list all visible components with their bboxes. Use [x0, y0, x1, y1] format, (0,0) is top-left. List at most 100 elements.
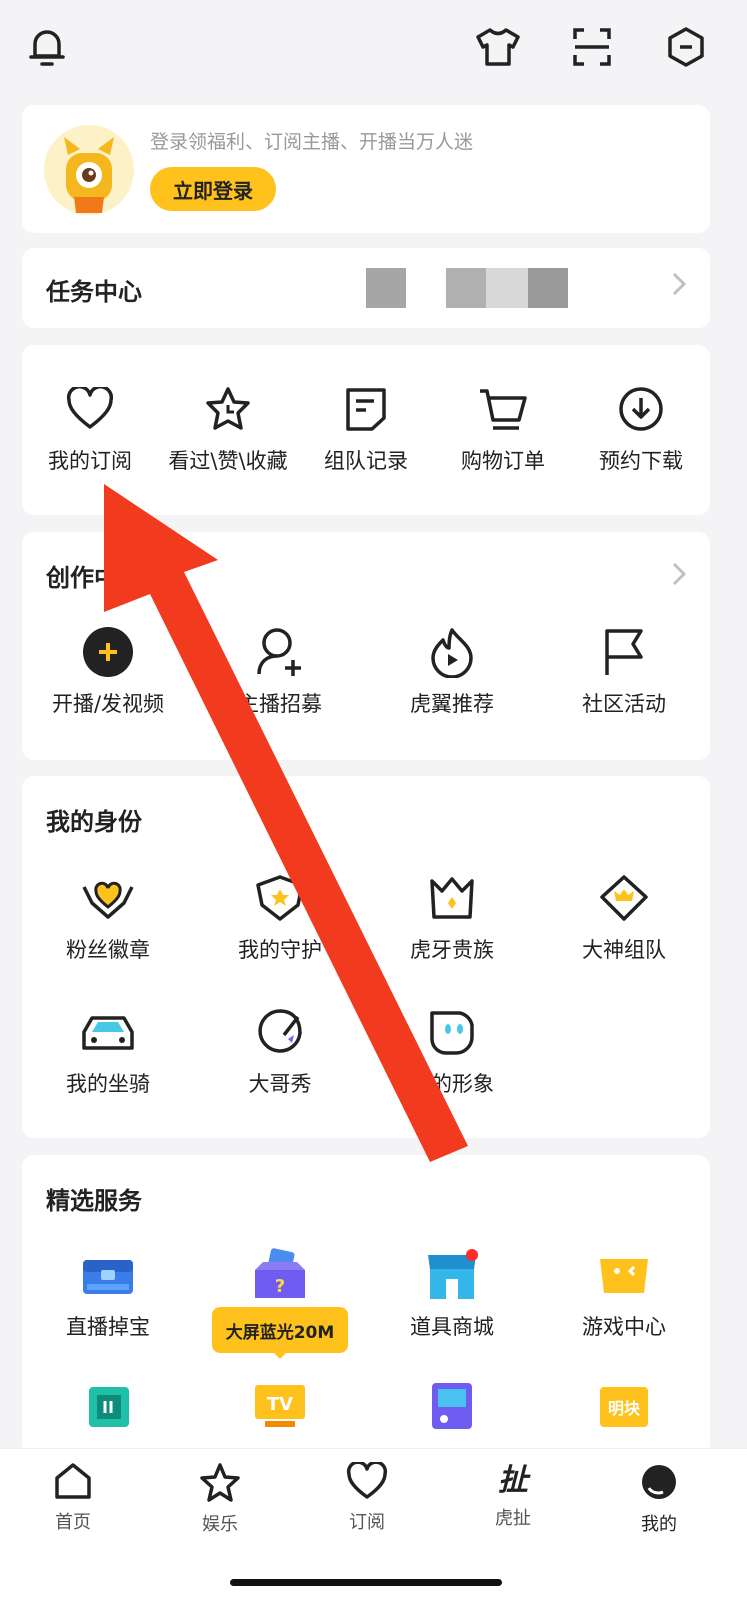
- user-add-icon: [250, 624, 310, 680]
- service-label: 道具商城: [410, 1315, 494, 1339]
- shop-icon: [422, 1247, 482, 1303]
- creator-community[interactable]: 社区活动: [538, 624, 710, 718]
- identity-label: 我的形象: [410, 1072, 494, 1096]
- sticker-icon: [250, 1004, 310, 1060]
- identity-label: 虎牙贵族: [410, 938, 494, 962]
- svg-text:明块: 明块: [608, 1399, 641, 1418]
- services-title: 精选服务: [46, 1187, 142, 1215]
- shortcuts-card: 我的订阅 看过\赞\收藏 组队记录 购物订单 预约下载: [22, 345, 710, 515]
- avatar[interactable]: [44, 125, 134, 215]
- nav-home[interactable]: 首页: [28, 1462, 118, 1534]
- shortcut-label: 购物订单: [461, 449, 545, 473]
- redacted-block: [446, 268, 486, 308]
- diamond-crown-icon: [594, 870, 654, 926]
- nav-entertainment[interactable]: 娱乐: [175, 1462, 265, 1536]
- treasure-chest-icon: [78, 1247, 138, 1303]
- creator-card: 创作中心 开播/发视频 主播招募 虎翼推荐 社区活动: [22, 532, 710, 760]
- shortcut-team-records[interactable]: 组队记录: [298, 381, 434, 475]
- login-card: 登录领福利、订阅主播、开播当万人迷 立即登录: [22, 105, 710, 233]
- svg-text:?: ?: [275, 1276, 285, 1297]
- identity-label: 大哥秀: [248, 1072, 312, 1096]
- hexagon-minus-icon[interactable]: [660, 24, 712, 70]
- shortcut-label: 预约下载: [599, 449, 683, 473]
- service-game-center[interactable]: 游戏中心: [538, 1247, 710, 1341]
- redacted-block: [486, 268, 528, 308]
- crown-icon: [422, 870, 482, 926]
- login-slogan: 登录领福利、订阅主播、开播当万人迷: [150, 131, 474, 153]
- heart-badge-icon: [78, 870, 138, 926]
- task-center-title: 任务中心: [46, 278, 142, 306]
- cart-icon: [473, 381, 533, 437]
- promo-tooltip-text: 大屏蓝光20M: [212, 1307, 348, 1353]
- tshirt-icon[interactable]: [472, 24, 524, 70]
- task-center-card[interactable]: 任务中心: [22, 248, 710, 328]
- creator-go-live[interactable]: 开播/发视频: [22, 624, 194, 718]
- star-clock-icon: [198, 381, 258, 437]
- identity-guard[interactable]: 我的守护: [194, 870, 366, 964]
- home-indicator: [230, 1579, 502, 1586]
- service-drops[interactable]: 直播掉宝: [22, 1247, 194, 1341]
- star-icon: [199, 1462, 241, 1506]
- identity-fan-badge[interactable]: 粉丝徽章: [22, 870, 194, 964]
- shortcut-label: 组队记录: [324, 449, 408, 473]
- nav-me[interactable]: 我的: [614, 1462, 704, 1536]
- home-icon: [53, 1462, 93, 1504]
- teal-card-icon[interactable]: [78, 1381, 138, 1431]
- chevron-right-icon[interactable]: [672, 560, 687, 593]
- chevron-right-icon: [672, 270, 687, 303]
- promo-tooltip[interactable]: 大屏蓝光20M: [212, 1307, 348, 1359]
- shortcut-downloads[interactable]: 预约下载: [572, 381, 710, 475]
- flame-play-icon: [422, 624, 482, 680]
- identity-card: 我的身份 粉丝徽章 我的守护 虎牙贵族 大神组队 我的坐骑 大哥秀 我的形象: [22, 776, 710, 1138]
- service-label: 游戏中心: [582, 1315, 666, 1339]
- identity-label: 我的守护: [238, 938, 322, 962]
- car-icon: [78, 1004, 138, 1060]
- shortcut-label: 我的订阅: [48, 449, 132, 473]
- scan-icon[interactable]: [566, 24, 618, 70]
- creator-label: 虎翼推荐: [410, 692, 494, 716]
- nav-huche[interactable]: 扯 虎扯: [468, 1462, 558, 1530]
- shortcut-orders[interactable]: 购物订单: [434, 381, 572, 475]
- mystery-box-icon: ?: [250, 1247, 310, 1303]
- creator-title: 创作中心: [46, 564, 142, 592]
- service-shop[interactable]: 道具商城: [366, 1247, 538, 1341]
- game-pad-icon: [594, 1247, 654, 1303]
- plus-circle-icon: [78, 624, 138, 680]
- identity-nobility[interactable]: 虎牙贵族: [366, 870, 538, 964]
- creator-label: 社区活动: [582, 692, 666, 716]
- yellow-tag-icon[interactable]: 明块: [594, 1381, 654, 1431]
- handheld-icon[interactable]: [422, 1381, 482, 1431]
- service-mystery-box[interactable]: ?: [194, 1247, 366, 1303]
- avatar-face-icon: [422, 1004, 482, 1060]
- svg-text:TV: TV: [267, 1394, 293, 1415]
- login-button[interactable]: 立即登录: [150, 167, 276, 211]
- nav-label: 虎扯: [495, 1508, 531, 1529]
- identity-label: 粉丝徽章: [66, 938, 150, 962]
- shortcut-label: 看过\赞\收藏: [168, 449, 288, 473]
- profile-icon: [639, 1462, 679, 1506]
- shortcut-history[interactable]: 看过\赞\收藏: [158, 381, 298, 475]
- download-icon: [611, 381, 671, 437]
- nav-label: 我的: [641, 1514, 677, 1535]
- nav-subscriptions[interactable]: 订阅: [322, 1460, 412, 1534]
- identity-title: 我的身份: [46, 808, 142, 836]
- shortcut-my-subscriptions[interactable]: 我的订阅: [22, 381, 158, 475]
- identity-big-brother-show[interactable]: 大哥秀: [194, 1004, 366, 1098]
- creator-recruit[interactable]: 主播招募: [194, 624, 366, 718]
- creator-recommend[interactable]: 虎翼推荐: [366, 624, 538, 718]
- identity-label: 大神组队: [582, 938, 666, 962]
- service-label: 直播掉宝: [66, 1315, 150, 1339]
- heart-icon: [60, 381, 120, 437]
- identity-avatar-look[interactable]: 我的形象: [366, 1004, 538, 1098]
- creator-label: 主播招募: [238, 692, 322, 716]
- bell-icon[interactable]: [22, 24, 72, 70]
- identity-mount[interactable]: 我的坐骑: [22, 1004, 194, 1098]
- nav-label: 订阅: [349, 1512, 385, 1533]
- creator-label: 开播/发视频: [51, 692, 165, 716]
- note-icon: [336, 381, 396, 437]
- identity-label: 我的坐骑: [66, 1072, 150, 1096]
- nav-label: 首页: [55, 1512, 91, 1533]
- shield-crown-icon: [250, 870, 310, 926]
- tv-icon[interactable]: TV: [250, 1381, 310, 1431]
- identity-team[interactable]: 大神组队: [538, 870, 710, 964]
